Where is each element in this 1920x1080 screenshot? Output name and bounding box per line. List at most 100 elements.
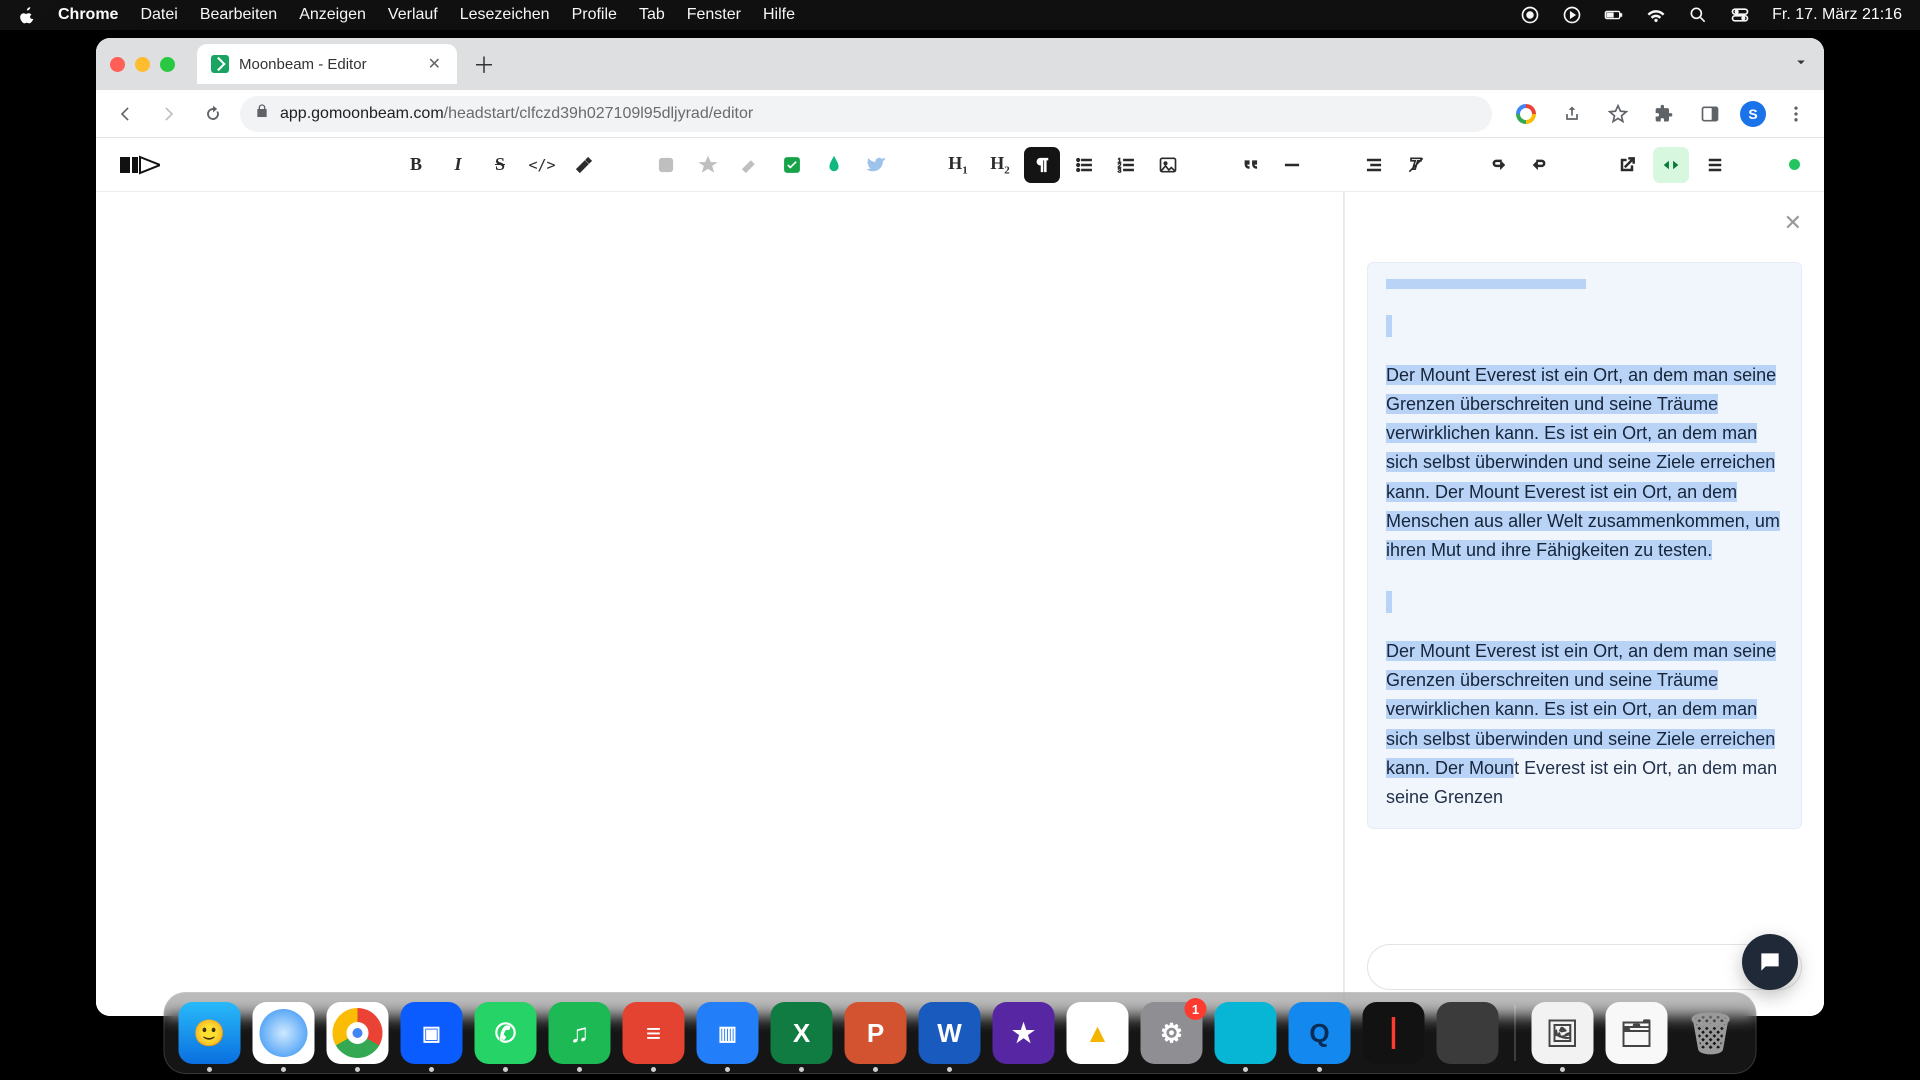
new-tab-button[interactable]: ＋ xyxy=(469,49,499,79)
ai-output-card[interactable]: Der Mount Everest ist ein Ort, an dem ma… xyxy=(1367,262,1802,829)
tabs-dropdown-button[interactable] xyxy=(1792,53,1810,76)
dock-excel[interactable]: X xyxy=(771,1002,833,1064)
profile-avatar[interactable]: S xyxy=(1740,101,1766,127)
quote-button[interactable] xyxy=(1232,147,1268,183)
apple-logo-icon[interactable] xyxy=(18,6,36,24)
dock-safari[interactable] xyxy=(253,1002,315,1064)
dock-chrome[interactable] xyxy=(327,1002,389,1064)
window-close-button[interactable] xyxy=(110,57,125,72)
window-maximize-button[interactable] xyxy=(160,57,175,72)
numbered-list-button[interactable]: 123 xyxy=(1108,147,1144,183)
dock-todoist[interactable]: ≡ xyxy=(623,1002,685,1064)
dock-zoom[interactable]: ▣ xyxy=(401,1002,463,1064)
ai-write-button[interactable] xyxy=(774,147,810,183)
bullet-list-button[interactable] xyxy=(1066,147,1102,183)
italic-button[interactable]: I xyxy=(440,147,476,183)
browser-toolbar: app.gomoonbeam.com/headstart/clfczd39h02… xyxy=(96,90,1824,138)
dock-system-settings[interactable]: ⚙1 xyxy=(1141,1002,1203,1064)
ai-action-2-button[interactable] xyxy=(690,147,726,183)
dock-quicktime[interactable]: Q xyxy=(1289,1002,1351,1064)
dock-whatsapp[interactable]: ✆ xyxy=(475,1002,537,1064)
bold-button[interactable]: B xyxy=(398,147,434,183)
sidepanel-toggle-icon[interactable] xyxy=(1694,98,1726,130)
h2-button[interactable]: H2 xyxy=(982,147,1018,183)
dock-powerpoint[interactable]: P xyxy=(845,1002,907,1064)
panel-close-button[interactable]: ✕ xyxy=(1784,210,1802,236)
dock-trello[interactable]: ▥ xyxy=(697,1002,759,1064)
screenrecord-icon[interactable] xyxy=(1520,5,1540,25)
extensions-icon[interactable] xyxy=(1648,98,1680,130)
align-button[interactable] xyxy=(1356,147,1392,183)
outline-button[interactable] xyxy=(1697,147,1733,183)
chrome-menu-button[interactable] xyxy=(1780,98,1812,130)
dock-trash[interactable]: 🗑 xyxy=(1680,1002,1742,1064)
document-canvas[interactable] xyxy=(96,192,1344,1016)
share-icon[interactable] xyxy=(1556,98,1588,130)
tab-favicon-icon xyxy=(211,55,229,73)
ai-side-panel: ✕ Der Mount Everest ist ein Ort, an dem … xyxy=(1344,192,1824,1016)
menu-lesezeichen[interactable]: Lesezeichen xyxy=(460,6,550,24)
battery-icon[interactable] xyxy=(1604,5,1624,25)
menu-hilfe[interactable]: Hilfe xyxy=(763,6,795,24)
chat-composer[interactable] xyxy=(1367,944,1802,990)
control-center-icon[interactable] xyxy=(1730,5,1750,25)
dock-stack[interactable]: 🗂 xyxy=(1606,1002,1668,1064)
h1-button[interactable]: H1 xyxy=(940,147,976,183)
dock-preview[interactable]: 🖼 xyxy=(1532,1002,1594,1064)
dock-google-drive[interactable]: ▲ xyxy=(1067,1002,1129,1064)
dock-imovie[interactable]: ★ xyxy=(993,1002,1055,1064)
active-app-name[interactable]: Chrome xyxy=(58,6,118,24)
search-icon[interactable] xyxy=(1688,5,1708,25)
menubar-clock[interactable]: Fr. 17. März 21:16 xyxy=(1772,6,1902,24)
svg-text:3: 3 xyxy=(1118,167,1122,174)
wifi-icon[interactable] xyxy=(1646,5,1666,25)
ai-action-3-button[interactable] xyxy=(732,147,768,183)
address-bar[interactable]: app.gomoonbeam.com/headstart/clfczd39h02… xyxy=(240,96,1492,132)
menu-bearbeiten[interactable]: Bearbeiten xyxy=(200,6,277,24)
chat-input[interactable] xyxy=(1386,958,1761,976)
dock-app-blank[interactable] xyxy=(1437,1002,1499,1064)
redo-button[interactable] xyxy=(1522,147,1558,183)
ai-tweet-button[interactable] xyxy=(858,147,894,183)
macos-dock: 🙂 ▣ ✆ ♫ ≡ ▥ X P W ★ ▲ ⚙1 Q ⎮ 🖼 🗂 🗑 xyxy=(164,992,1757,1074)
divider-button[interactable] xyxy=(1274,147,1310,183)
menu-verlauf[interactable]: Verlauf xyxy=(388,6,438,24)
tab-title: Moonbeam - Editor xyxy=(239,56,367,73)
dock-app-teal[interactable] xyxy=(1215,1002,1277,1064)
image-button[interactable] xyxy=(1150,147,1186,183)
menu-datei[interactable]: Datei xyxy=(140,6,177,24)
dock-word[interactable]: W xyxy=(919,1002,981,1064)
dock-finder[interactable]: 🙂 xyxy=(179,1002,241,1064)
menu-anzeigen[interactable]: Anzeigen xyxy=(299,6,366,24)
google-logo-icon[interactable] xyxy=(1510,98,1542,130)
undo-button[interactable] xyxy=(1480,147,1516,183)
intercom-chat-button[interactable] xyxy=(1742,934,1798,990)
strikethrough-button[interactable]: S xyxy=(482,147,518,183)
highlight-button[interactable] xyxy=(566,147,602,183)
dock-spotify[interactable]: ♫ xyxy=(549,1002,611,1064)
paragraph-button[interactable] xyxy=(1024,147,1060,183)
dock-voice-memos[interactable]: ⎮ xyxy=(1363,1002,1425,1064)
open-external-button[interactable] xyxy=(1609,147,1645,183)
panel-scroll-area[interactable]: Der Mount Everest ist ein Ort, an dem ma… xyxy=(1345,192,1824,934)
forward-button[interactable] xyxy=(152,97,186,131)
playback-icon[interactable] xyxy=(1562,5,1582,25)
browser-tab[interactable]: Moonbeam - Editor ✕ xyxy=(197,44,457,84)
menu-fenster[interactable]: Fenster xyxy=(687,6,741,24)
app-logo-icon[interactable] xyxy=(120,151,160,179)
tab-close-button[interactable]: ✕ xyxy=(426,54,443,74)
ai-action-1-button[interactable] xyxy=(648,147,684,183)
embed-button[interactable] xyxy=(1653,147,1689,183)
code-button[interactable]: </> xyxy=(524,147,560,183)
bookmark-star-icon[interactable] xyxy=(1602,98,1634,130)
ai-paragraph-1: Der Mount Everest ist ein Ort, an dem ma… xyxy=(1386,361,1783,565)
reload-button[interactable] xyxy=(196,97,230,131)
clear-format-button[interactable] xyxy=(1398,147,1434,183)
menu-profile[interactable]: Profile xyxy=(572,6,617,24)
ai-expand-button[interactable] xyxy=(816,147,852,183)
editor-toolbar: B I S </> H1 H2 123 xyxy=(96,138,1824,192)
lock-icon xyxy=(254,103,270,124)
menu-tab[interactable]: Tab xyxy=(639,6,665,24)
back-button[interactable] xyxy=(108,97,142,131)
window-minimize-button[interactable] xyxy=(135,57,150,72)
